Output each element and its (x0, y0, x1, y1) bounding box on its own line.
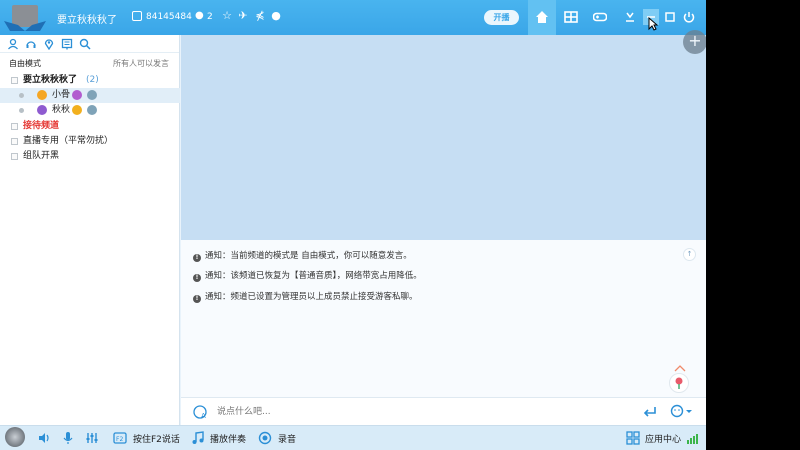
apps-grid-icon (626, 431, 640, 445)
gamepad-icon (593, 12, 607, 22)
online-count: 2 (207, 12, 213, 22)
expand-icon[interactable] (11, 138, 18, 145)
collapse-up-icon[interactable] (672, 364, 688, 372)
maximize-button[interactable] (662, 9, 678, 25)
tree-root-channel[interactable]: 要立秋秋秋了 (2) (0, 73, 180, 88)
plane-icon[interactable]: ✈ (236, 9, 250, 23)
message-input[interactable] (217, 403, 637, 421)
push-to-talk-button[interactable]: 按住F2说话 (133, 432, 180, 445)
member-row[interactable]: 小骨 (0, 88, 180, 103)
subchannel-row[interactable]: 组队开黑 (0, 149, 180, 164)
power-icon (683, 12, 695, 23)
subchannel-name: 组队开黑 (23, 151, 60, 161)
crown-icon (72, 105, 82, 115)
info-icon: ! (193, 295, 201, 303)
close-button[interactable] (681, 9, 697, 25)
grid-icon (564, 11, 578, 23)
collapse-icon[interactable] (11, 77, 18, 84)
tab-games[interactable] (586, 0, 614, 35)
member-row[interactable]: 秋秋 (0, 103, 180, 118)
gift-button[interactable] (669, 373, 689, 393)
tab-grid[interactable] (557, 0, 585, 35)
channel-logo[interactable] (4, 3, 46, 32)
vip-badge-icon (87, 90, 97, 100)
stage-area[interactable] (181, 35, 706, 240)
notice-line: ! 通知：该频道已恢复为【普通音质】，网络带宽占用降低。 (193, 269, 422, 283)
microphone-icon[interactable] (61, 431, 75, 445)
maximize-icon (665, 12, 675, 22)
subchannel-row[interactable]: 直播专用（平常勿扰） (0, 134, 180, 149)
share-icon[interactable]: ⋠ (253, 9, 267, 23)
avatar[interactable] (5, 427, 25, 447)
info-icon: ! (193, 274, 201, 282)
enter-send-icon[interactable] (643, 405, 657, 419)
location-icon[interactable] (43, 38, 55, 51)
member-name: 小骨 (52, 90, 71, 100)
app-center-button[interactable]: 应用中心 (645, 432, 681, 445)
record-icon (258, 431, 272, 445)
info-icon: ! (193, 254, 201, 262)
channel-panel: 自由模式 所有人可以发言 要立秋秋秋了 (2) 小骨 秋秋 接待频道 直播专用（… (0, 35, 180, 425)
speaker-icon[interactable] (37, 431, 51, 445)
root-channel-name: 要立秋秋秋了 (23, 75, 78, 85)
black-margin (706, 0, 800, 450)
font-style-icon[interactable]: A (193, 404, 209, 420)
star-icon[interactable]: ☆ (220, 9, 234, 23)
role-icon (37, 105, 47, 115)
equalizer-icon[interactable] (85, 431, 99, 445)
download-icon (626, 12, 634, 22)
channel-id[interactable]: 84145484 (146, 12, 192, 22)
mode-label: 自由模式 (9, 59, 41, 68)
app-window: 要立秋秋秋了 84145484 ● 2 ☆ ✈ ⋠ ● 开播 自由模式 所有人可… (0, 0, 706, 450)
gift-icon (37, 90, 47, 100)
flower-icon (675, 377, 683, 389)
shield-icon[interactable]: ● (269, 9, 283, 23)
headset-icon[interactable] (25, 38, 37, 50)
emoji-dropdown-icon[interactable] (670, 404, 692, 420)
user-icon[interactable] (7, 38, 19, 50)
expand-icon[interactable] (11, 123, 18, 130)
svg-text:A: A (201, 412, 206, 420)
go-live-button[interactable]: 开播 (484, 10, 519, 25)
add-button[interactable]: + (683, 30, 706, 54)
title-bar: 要立秋秋秋了 84145484 ● 2 ☆ ✈ ⋠ ● 开播 (0, 0, 706, 35)
subchannel-row[interactable]: 接待频道 (0, 119, 180, 134)
scroll-top-button[interactable]: ↑ (683, 248, 696, 261)
level-badge-icon (72, 90, 82, 100)
user-icon: ● (195, 10, 204, 21)
download-button[interactable] (622, 9, 638, 25)
notice-line: ! 通知：当前频道的模式是 自由模式，你可以随意发言。 (193, 249, 412, 263)
notice-line: ! 通知：频道已设置为管理员以上成员禁止接受游客私聊。 (193, 290, 418, 304)
mode-permission: 所有人可以发言 (113, 59, 169, 68)
accompaniment-button[interactable]: 播放伴奏 (210, 432, 246, 445)
bottom-toolbar: F2 按住F2说话 播放伴奏 录音 应用中心 (0, 425, 706, 450)
message-input-bar: A (181, 397, 706, 425)
chat-area: ! 通知：当前频道的模式是 自由模式，你可以随意发言。 ! 通知：该频道已恢复为【普… (181, 240, 706, 397)
subchannel-name: 直播专用（平常勿扰） (23, 136, 114, 146)
vip-badge-icon (87, 105, 97, 115)
mouse-cursor-icon (648, 17, 658, 31)
home-icon (536, 11, 548, 23)
member-name: 秋秋 (52, 105, 71, 115)
channel-name: 要立秋秋秋了 (57, 15, 117, 26)
board-icon[interactable] (61, 38, 73, 50)
signal-strength-icon (687, 434, 698, 444)
music-note-icon (192, 431, 204, 444)
expand-icon[interactable] (11, 153, 18, 160)
record-button[interactable]: 录音 (278, 432, 296, 445)
id-card-icon (132, 11, 142, 21)
panel-toolbar (0, 35, 179, 53)
tab-home[interactable] (528, 0, 556, 35)
root-channel-count: (2) (86, 75, 99, 85)
svg-text:F2: F2 (116, 436, 123, 443)
subchannel-name: 接待频道 (23, 121, 60, 131)
ptt-key-icon: F2 (113, 432, 127, 444)
search-icon[interactable] (79, 38, 91, 50)
